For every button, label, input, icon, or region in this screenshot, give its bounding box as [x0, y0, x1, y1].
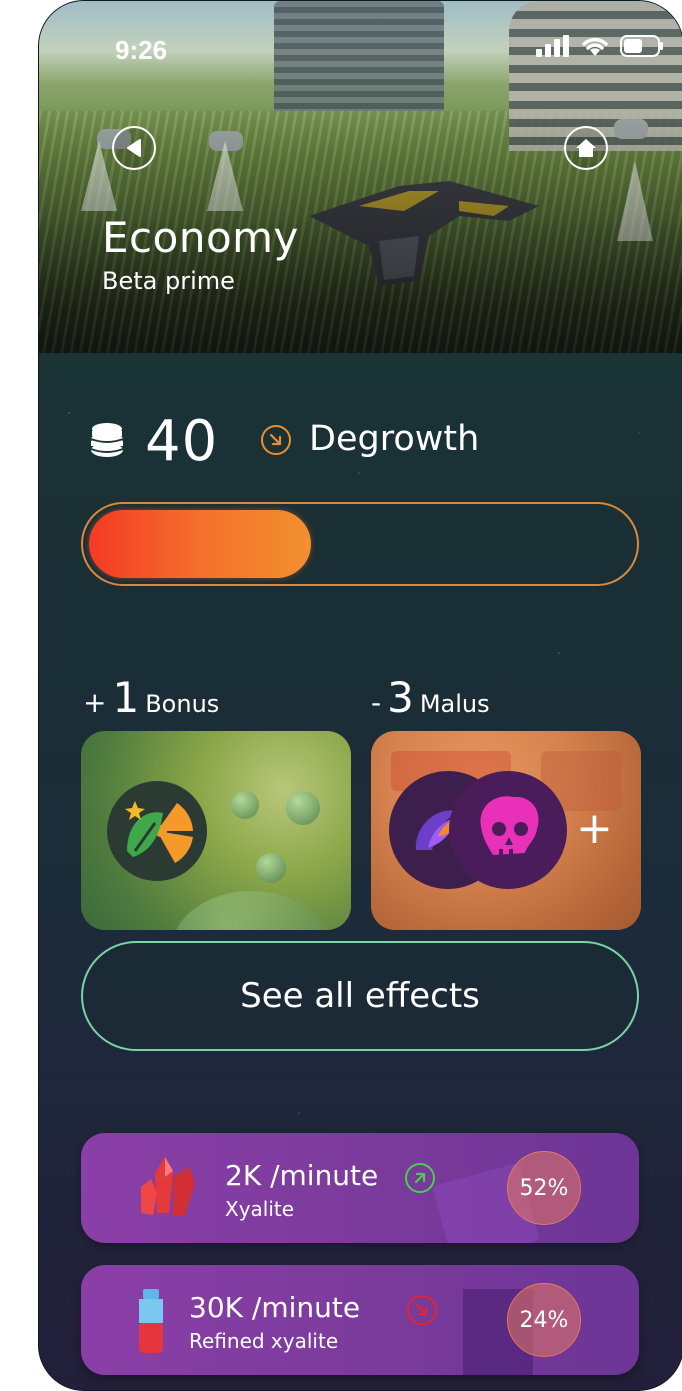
page-title: Economy [102, 213, 299, 262]
back-button[interactable] [112, 126, 156, 170]
trend-down-icon [407, 1295, 437, 1325]
more-effects-icon: + [576, 803, 613, 854]
wifi-icon [582, 37, 608, 56]
resource-card-refined-xyalite[interactable]: 30K /minute Refined xyalite 24% [81, 1265, 639, 1375]
resource-name: Refined xyalite [189, 1329, 339, 1353]
eco-radiation-badge [107, 781, 207, 881]
malus-card[interactable]: + [371, 731, 641, 930]
phone-screen: 9:26 Economy Beta prime 40 Degrowth + 1 … [38, 0, 682, 1391]
red-crystal-icon [141, 1157, 195, 1215]
eco-radiation-icon [125, 801, 193, 863]
resource-name: Xyalite [225, 1197, 295, 1221]
resource-percent-badge: 24% [507, 1283, 581, 1357]
bubble-decoration [171, 891, 331, 930]
bonus-label: Bonus [145, 690, 220, 718]
home-icon [576, 139, 596, 157]
bonus-header: + 1 Bonus [83, 673, 219, 722]
vial-icon [139, 1289, 163, 1353]
home-button[interactable] [564, 126, 608, 170]
signal-icon [536, 35, 569, 57]
economy-progress-fill [89, 510, 311, 578]
bonus-card[interactable] [81, 731, 351, 930]
resource-rate: 30K /minute [189, 1291, 361, 1324]
battery-icon [620, 35, 663, 57]
page-subtitle: Beta prime [102, 267, 235, 295]
coins-icon [90, 423, 124, 457]
status-icons [536, 34, 664, 58]
resource-percent-badge: 52% [507, 1151, 581, 1225]
degrowth-icon [261, 425, 291, 455]
hero-banner: 9:26 Economy Beta prime [39, 1, 682, 353]
bubble-decoration [231, 791, 259, 819]
toxic-skull-icon [480, 796, 539, 857]
economy-value: 40 [145, 409, 219, 474]
back-arrow-icon [127, 139, 141, 157]
bubble-decoration [286, 791, 320, 825]
malus-sign: - [371, 686, 382, 719]
malus-header: - 3 Malus [371, 673, 490, 722]
bonus-sign: + [83, 686, 107, 719]
malus-count: 3 [387, 673, 414, 722]
malus-label: Malus [419, 690, 490, 718]
skull-badge [449, 771, 567, 889]
growth-label: Degrowth [309, 419, 480, 459]
see-all-effects-button[interactable]: See all effects [81, 941, 639, 1051]
resource-card-xyalite[interactable]: 2K /minute Xyalite 52% [81, 1133, 639, 1243]
trend-up-icon [405, 1163, 435, 1193]
status-time: 9:26 [115, 35, 168, 65]
resource-rate: 2K /minute [225, 1159, 379, 1192]
bubble-decoration [256, 853, 286, 883]
economy-progress-bar [81, 502, 639, 586]
bonus-count: 1 [112, 673, 140, 722]
